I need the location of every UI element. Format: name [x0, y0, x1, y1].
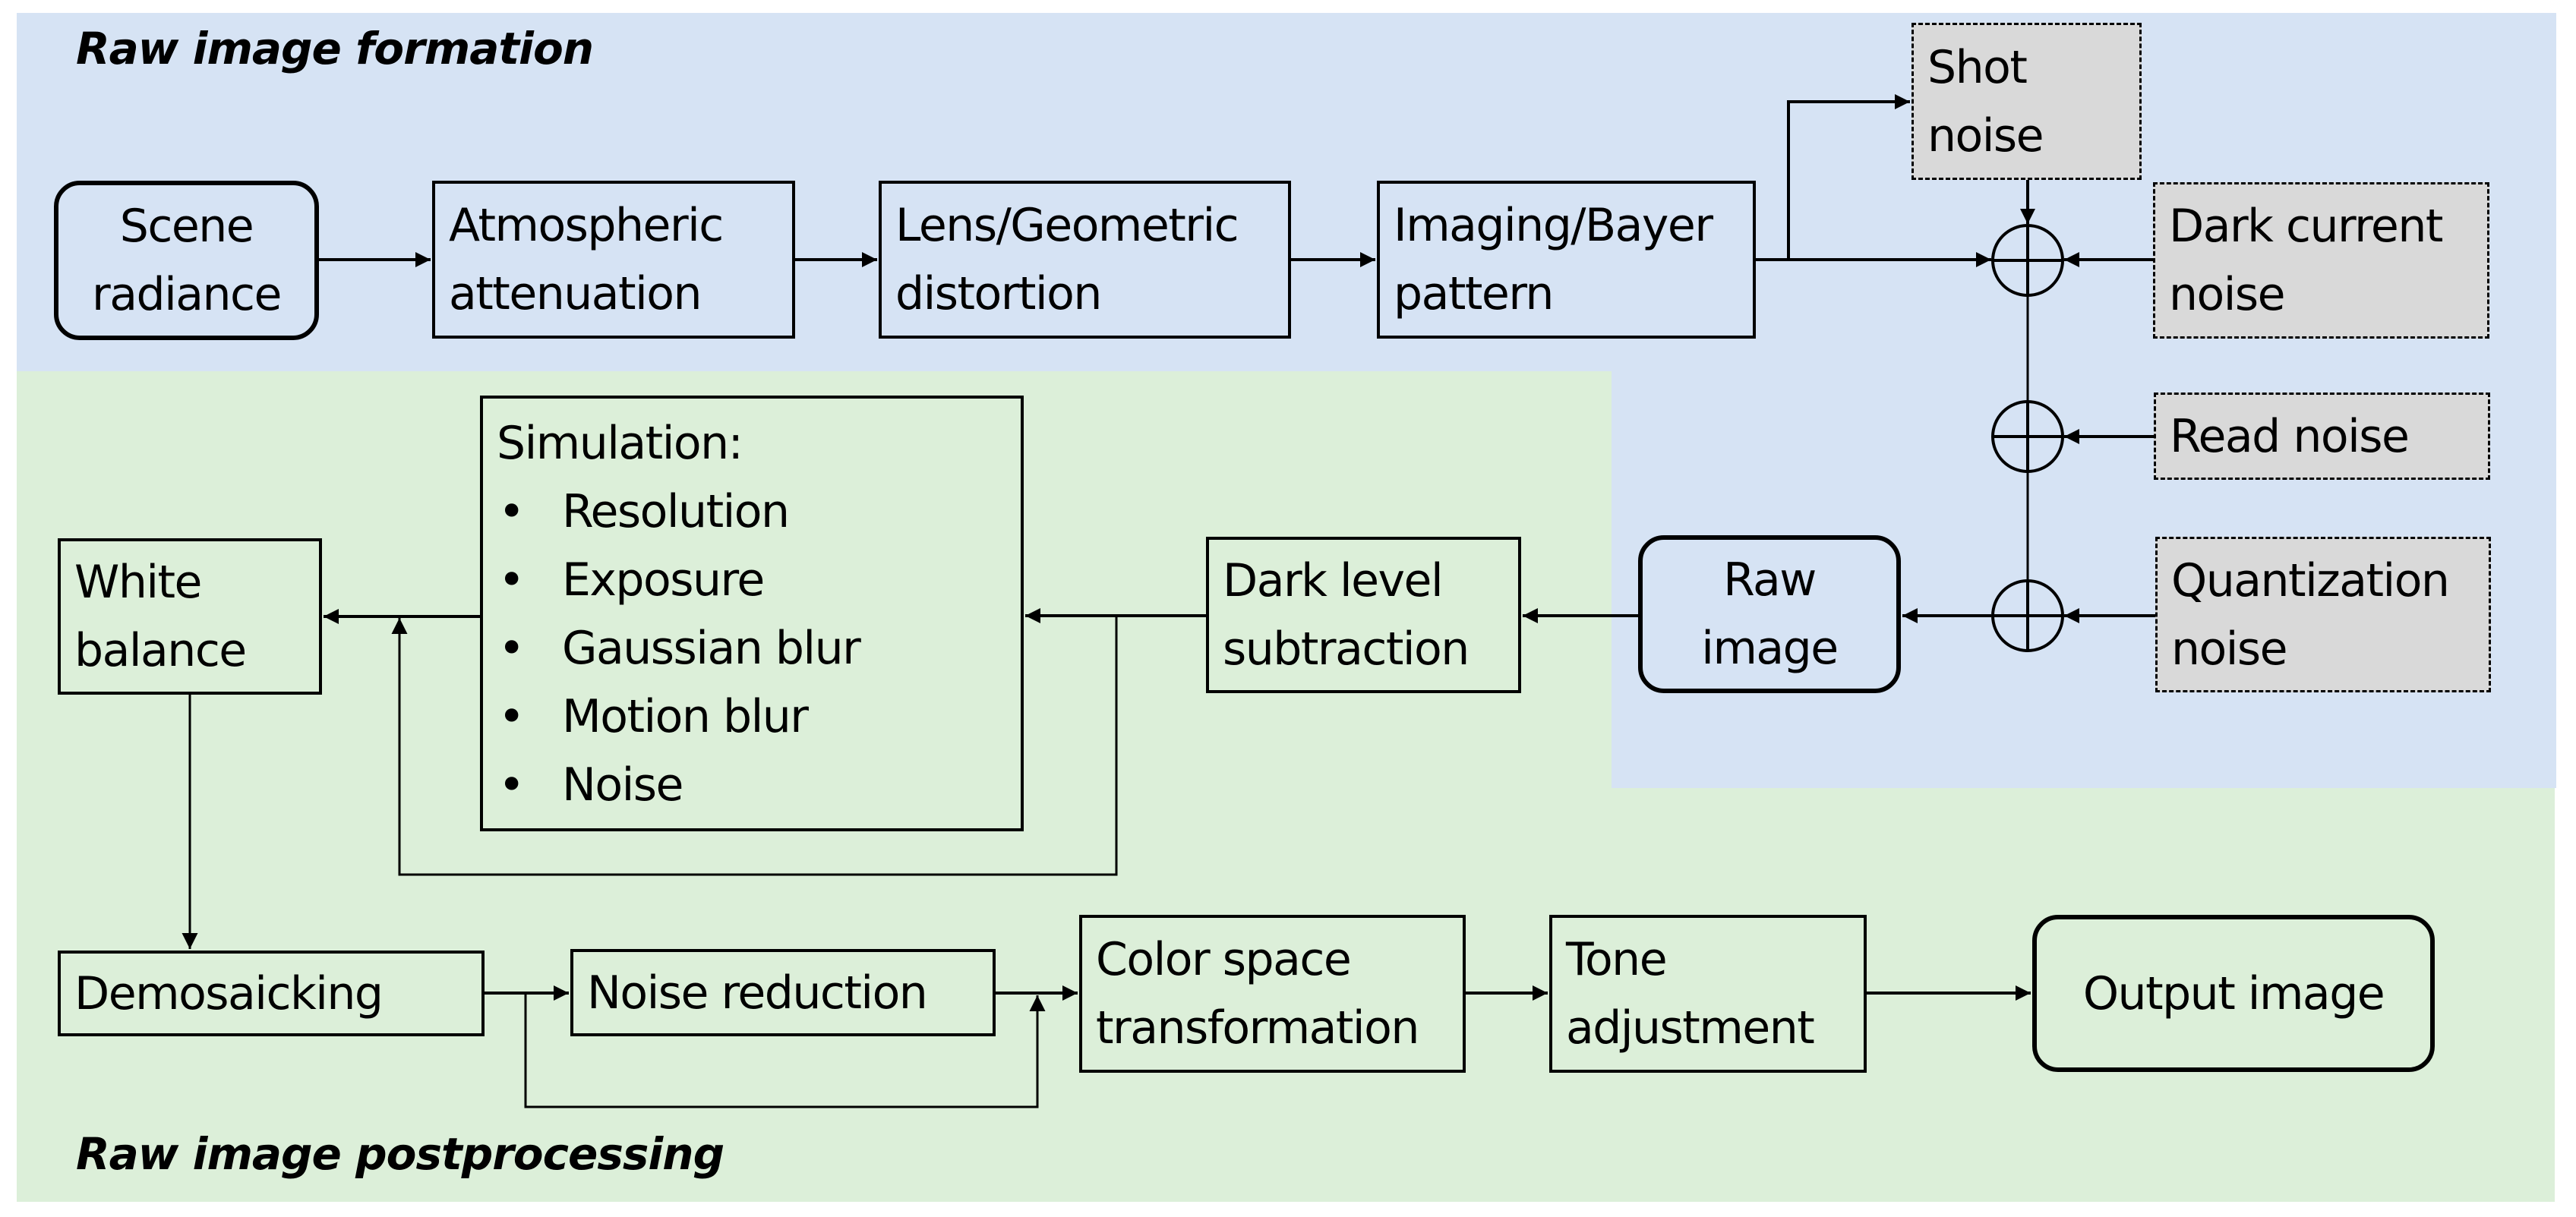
simulation-list: Resolution Exposure Gaussian blur Motion… [497, 478, 1007, 819]
node-label: Imaging/Bayer [1394, 199, 1713, 252]
node-label: Tone [1566, 933, 1668, 986]
node-label: Lens/Geometric [895, 199, 1239, 252]
node-label: Raw [1723, 553, 1817, 607]
node-label: image [1701, 622, 1839, 675]
quantization-noise-node: Quantization noise [2155, 537, 2491, 692]
node-label: Scene [119, 200, 254, 253]
shot-noise-node: Shot noise [1911, 23, 2142, 180]
simulation-item: Exposure [497, 546, 1007, 614]
node-label: Dark level [1223, 554, 1444, 607]
noise-reduction-node: Noise reduction [570, 949, 996, 1036]
node-label: Noise reduction [587, 966, 928, 1020]
node-label: noise [2169, 268, 2286, 321]
white-balance-node: White balance [58, 538, 322, 695]
simulation-heading: Simulation: [497, 417, 743, 470]
node-label: Quantization [2171, 553, 2450, 607]
node-label: attenuation [449, 267, 702, 320]
color-space-transformation-node: Color space transformation [1079, 915, 1466, 1073]
node-label: White [74, 556, 202, 609]
tone-adjustment-node: Tone adjustment [1549, 915, 1867, 1073]
postprocessing-title: Raw image postprocessing [76, 1128, 724, 1180]
node-label: noise [2171, 622, 2288, 676]
formation-title: Raw image formation [76, 23, 594, 74]
simulation-item: Resolution [497, 478, 1007, 546]
node-label: balance [74, 624, 247, 677]
raw-image-node: Raw image [1638, 535, 1901, 693]
simulation-item: Gaussian blur [497, 614, 1007, 683]
node-label: adjustment [1566, 1001, 1815, 1055]
node-label: transformation [1096, 1001, 1419, 1055]
node-label: Read noise [2170, 409, 2410, 463]
node-label: pattern [1394, 267, 1554, 320]
node-label: distortion [895, 267, 1102, 320]
node-label: Output image [2082, 966, 2385, 1020]
atmospheric-attenuation-node: Atmospheric attenuation [432, 181, 795, 339]
lens-distortion-node: Lens/Geometric distortion [879, 181, 1291, 339]
simulation-item: Noise [497, 751, 1007, 819]
node-label: subtraction [1223, 623, 1470, 676]
node-label: Shot [1927, 40, 2028, 94]
node-label: radiance [92, 268, 282, 321]
node-label: Color space [1096, 933, 1352, 986]
node-label: Demosaicking [74, 966, 384, 1020]
scene-radiance-node: Scene radiance [54, 181, 319, 340]
node-label: noise [1927, 109, 2044, 162]
node-label: Dark current [2169, 200, 2443, 253]
simulation-node: Simulation: Resolution Exposure Gaussian… [480, 396, 1024, 831]
dark-level-subtraction-node: Dark level subtraction [1206, 537, 1521, 693]
output-image-node: Output image [2032, 915, 2435, 1072]
read-noise-node: Read noise [2154, 393, 2490, 480]
dark-current-noise-node: Dark current noise [2153, 182, 2489, 339]
node-label: Atmospheric [449, 199, 724, 252]
demosaicking-node: Demosaicking [58, 951, 485, 1036]
simulation-item: Motion blur [497, 683, 1007, 751]
imaging-bayer-node: Imaging/Bayer pattern [1377, 181, 1756, 339]
